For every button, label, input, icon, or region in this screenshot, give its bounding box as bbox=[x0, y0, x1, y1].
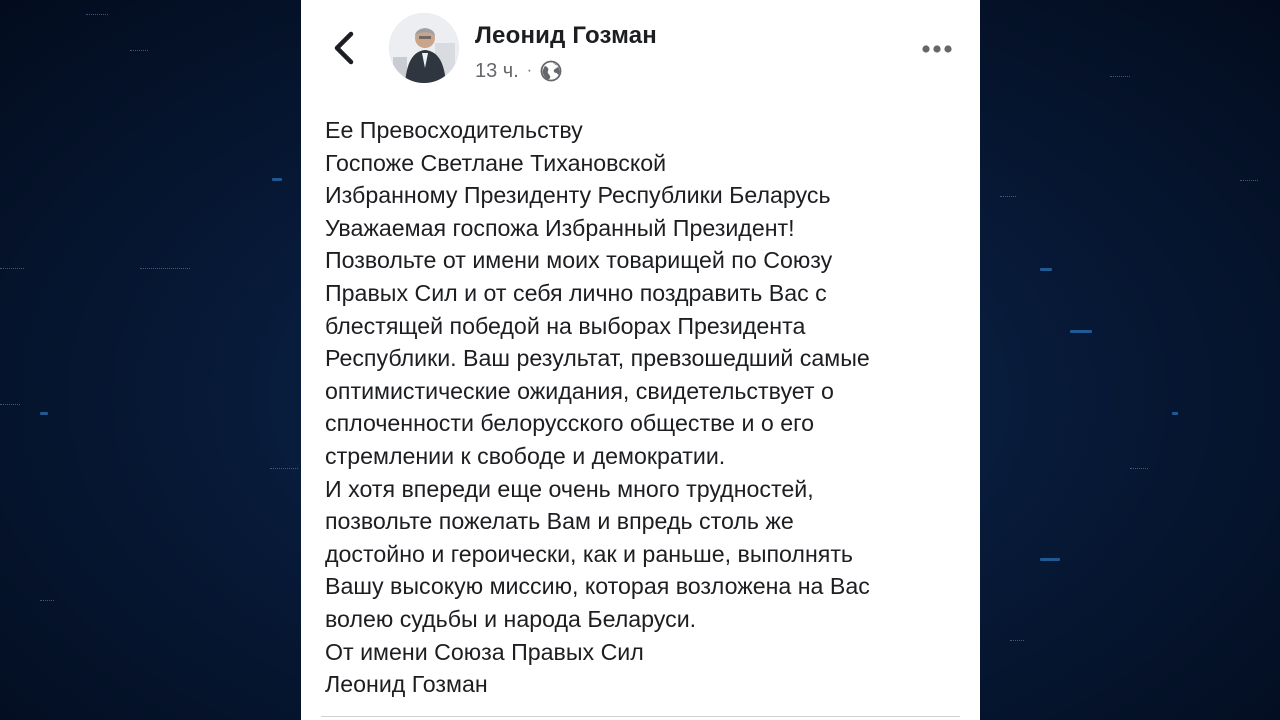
post-text-line: Госпоже Светлане Тихановской bbox=[325, 149, 667, 176]
background-accent bbox=[0, 268, 24, 270]
background-accent bbox=[1000, 196, 1016, 198]
background-accent bbox=[40, 412, 48, 415]
background-accent bbox=[1040, 268, 1052, 271]
background-accent bbox=[270, 468, 298, 470]
background-accent bbox=[86, 14, 108, 16]
post-text-line: Республики. Ваш результат, превзошедший … bbox=[325, 345, 870, 372]
background-accent bbox=[0, 404, 20, 406]
post-text-line: сплоченности белорусского обществе и о е… bbox=[325, 410, 814, 437]
background-accent bbox=[1110, 76, 1130, 78]
background-accent bbox=[1172, 412, 1178, 415]
post-text-line: Вашу высокую миссию, которая возложена н… bbox=[325, 573, 870, 600]
post-text-line: Леонид Гозман bbox=[325, 671, 488, 698]
background-accent bbox=[40, 600, 54, 602]
background-accent bbox=[1240, 180, 1258, 182]
post-text: Ее Превосходительству Госпоже Светлане Т… bbox=[325, 114, 965, 701]
post-text-line: Правых Сил и от себя лично поздравить Ва… bbox=[325, 279, 827, 306]
post-text-line: оптимистические ожидания, свидетельствуе… bbox=[325, 377, 834, 404]
background-accent bbox=[140, 268, 190, 270]
post-text-line: От имени Союза Правых Сил bbox=[325, 638, 644, 665]
chevron-left-icon bbox=[334, 31, 354, 65]
post-text-line: блестящей победой на выборах Президента bbox=[325, 312, 806, 339]
avatar[interactable] bbox=[389, 13, 459, 83]
background-accent bbox=[1130, 468, 1148, 470]
post-meta: 13 ч. · bbox=[475, 58, 562, 84]
post-text-line: Ее Превосходительству bbox=[325, 117, 583, 143]
background-accent bbox=[272, 178, 282, 181]
post-text-line: волею судьбы и народа Беларуси. bbox=[325, 605, 697, 632]
background-accent bbox=[1070, 330, 1092, 333]
back-button[interactable] bbox=[329, 30, 359, 66]
post-divider bbox=[321, 716, 960, 717]
post-timestamp[interactable]: 13 ч. bbox=[475, 60, 519, 83]
post-text-line: Уважаемая госпожа Избранный Президент! bbox=[325, 214, 795, 241]
profile-photo bbox=[389, 13, 459, 83]
post-text-line: стремлении к свободе и демократии. bbox=[325, 442, 726, 469]
background-accent bbox=[1010, 640, 1024, 642]
author-name[interactable]: Леонид Гозман bbox=[475, 22, 657, 50]
more-options-button[interactable] bbox=[919, 38, 955, 60]
post-text-line: И хотя впереди еще очень много трудносте… bbox=[325, 475, 814, 502]
globe-icon bbox=[540, 60, 562, 82]
meta-separator: · bbox=[526, 62, 533, 79]
post-text-line: Позвольте от имени моих товарищей по Сою… bbox=[325, 247, 833, 274]
post-text-line: достойно и героически, как и раньше, вып… bbox=[325, 540, 854, 567]
post-text-line: Избранному Президенту Республики Беларус… bbox=[325, 182, 831, 209]
more-horizontal-icon bbox=[922, 45, 952, 53]
background-accent bbox=[130, 50, 148, 52]
background-accent bbox=[1040, 558, 1060, 561]
post-card: Леонид Гозман 13 ч. · Ее Превосходительс… bbox=[301, 0, 980, 720]
post-text-line: позвольте пожелать Вам и впредь столь же bbox=[325, 508, 794, 535]
